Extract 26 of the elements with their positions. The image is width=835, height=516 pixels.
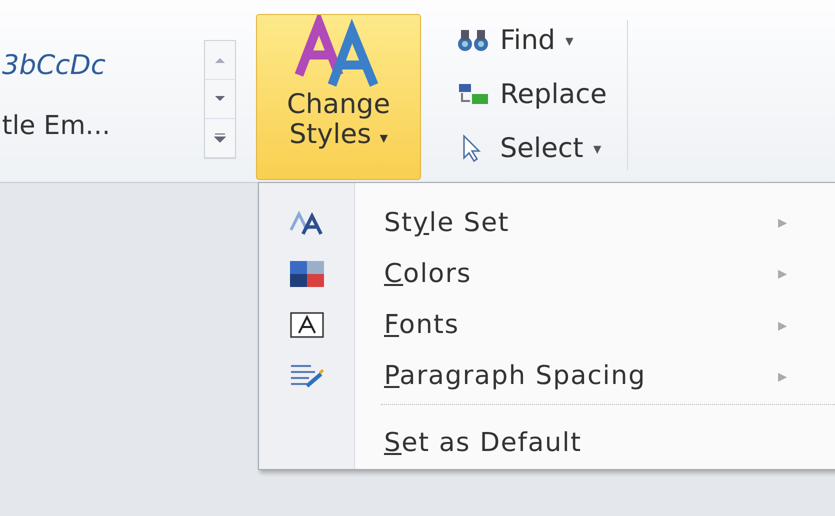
more-arrow-icon (214, 133, 226, 143)
submenu-arrow: ▸ (778, 212, 787, 234)
menu-item[interactable]: Colors ▸ (259, 248, 835, 300)
gallery-up-button[interactable] (205, 41, 235, 80)
color-swatch-icon (288, 260, 324, 288)
find-button[interactable]: Find ▾ (456, 22, 607, 58)
style-preview[interactable]: 3bCcDc (2, 50, 200, 81)
up-arrow-icon (214, 56, 226, 64)
menu-item[interactable]: Style Set ▸ (259, 197, 835, 248)
select-button[interactable]: Select ▾ (456, 130, 607, 166)
gallery-more-button[interactable] (205, 119, 235, 158)
down-arrow-icon (214, 95, 226, 103)
submenu-arrow: ▸ (778, 263, 787, 284)
submenu-arrow: ▸ (778, 314, 787, 336)
replace-icon (456, 81, 490, 107)
replace-button[interactable]: Replace (456, 76, 607, 112)
binoculars-icon (456, 27, 490, 53)
font-box-icon (288, 311, 324, 340)
style-preview[interactable]: tle Em... (2, 111, 200, 141)
paragraph-spacing-icon (288, 362, 324, 390)
change-styles-button[interactable]: Change Styles ▾ (256, 14, 421, 180)
menu-item[interactable]: Fonts ▸ (259, 299, 835, 351)
menu-item[interactable]: Paragraph Spacing ▸ (259, 350, 835, 402)
submenu-arrow: ▸ (778, 366, 787, 387)
style-set-icon (288, 210, 324, 236)
menu-item[interactable]: Set as Default (259, 418, 835, 470)
